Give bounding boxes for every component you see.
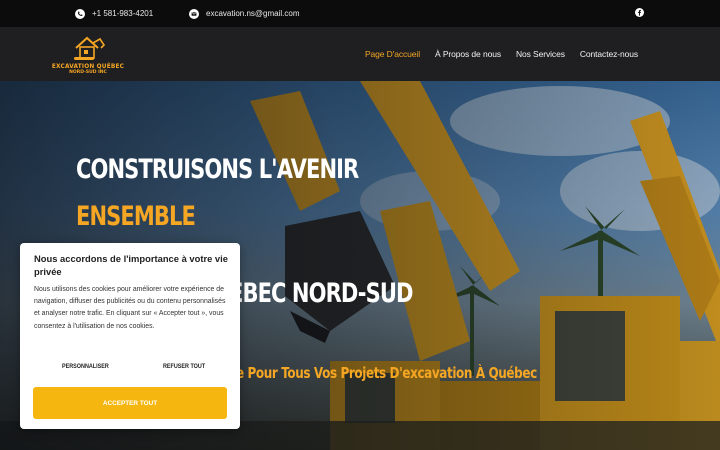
hero-heading-line2: ENSEMBLE (76, 201, 196, 232)
cookie-title: Nous accordons de l'importance à votre v… (34, 253, 228, 277)
main-navigation: Page D'accueil À Propos de nous Nos Serv… (365, 27, 638, 81)
nav-link-services[interactable]: Nos Services (516, 49, 565, 59)
hero-heading-line3: ÉBEC NORD-SUD (229, 278, 413, 309)
phone-number[interactable]: +1 581-983-4201 (92, 9, 153, 18)
cookie-description: Nous utilisons des cookies pour améliore… (34, 286, 226, 330)
email-contact[interactable]: excavation.ns@gmail.com (189, 0, 300, 27)
accept-all-button[interactable]: ACCEPTER TOUT (33, 387, 227, 419)
house-excavator-logo-icon (74, 36, 106, 60)
phone-icon (75, 8, 85, 19)
facebook-icon[interactable] (635, 8, 644, 17)
top-info-bar: +1 581-983-4201 excavation.ns@gmail.com (0, 0, 720, 27)
site-header: EXCAVATION QUÉBEC NORD-SUD INC Page D'ac… (0, 27, 720, 81)
nav-link-contact[interactable]: Contactez-nous (580, 49, 638, 59)
nav-link-home[interactable]: Page D'accueil (365, 49, 420, 59)
logo-text-secondary: NORD-SUD INC (69, 70, 107, 75)
phone-contact[interactable]: +1 581-983-4201 (75, 0, 153, 27)
cookie-consent-panel: Nous accordons de l'importance à votre v… (20, 243, 240, 429)
mail-icon (189, 8, 199, 19)
customize-button[interactable]: PERSONNALISER (62, 363, 109, 370)
hero-heading-line1: CONSTRUISONS L'AVENIR (76, 154, 359, 185)
site-logo[interactable]: EXCAVATION QUÉBEC NORD-SUD INC (50, 34, 126, 76)
hero-tagline: e Pour Tous Vos Projets D'excavation À Q… (236, 364, 537, 382)
reject-all-button[interactable]: REFUSER TOUT (163, 363, 205, 370)
email-address[interactable]: excavation.ns@gmail.com (206, 9, 300, 18)
nav-link-about[interactable]: À Propos de nous (435, 49, 501, 59)
